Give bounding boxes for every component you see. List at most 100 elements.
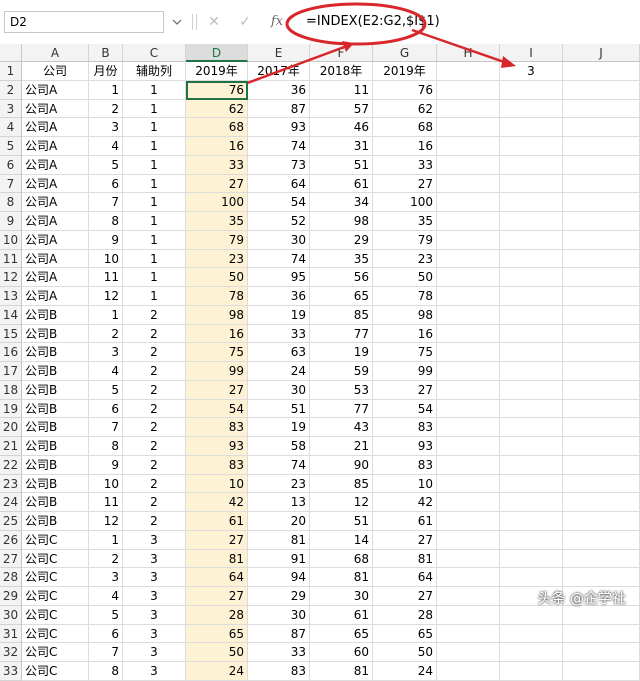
cell-i19[interactable] (500, 399, 563, 419)
row-header[interactable]: 17 (0, 362, 22, 381)
cell-h6[interactable] (437, 155, 500, 175)
row-header[interactable]: 14 (0, 305, 22, 325)
cell-b13[interactable]: 12 (89, 287, 123, 306)
column-header-b[interactable]: B (89, 44, 123, 62)
cell-c29[interactable]: 3 (123, 587, 186, 606)
cell-f21[interactable]: 21 (310, 437, 373, 456)
cell-d15[interactable]: 16 (186, 324, 248, 344)
cell-g4[interactable]: 68 (373, 118, 437, 137)
cell-d22[interactable]: 83 (186, 455, 248, 475)
cell-g9[interactable]: 35 (373, 212, 437, 231)
cell-f2[interactable]: 11 (310, 80, 373, 100)
name-box[interactable]: D2 (4, 11, 164, 33)
cell-b2[interactable]: 1 (89, 80, 123, 100)
cell-d5[interactable]: 16 (186, 137, 248, 156)
function-icon[interactable]: fx (268, 13, 286, 31)
cell-e20[interactable]: 19 (248, 418, 310, 437)
cell-g8[interactable]: 100 (373, 193, 437, 212)
cell-h11[interactable] (437, 249, 500, 269)
cell-g32[interactable]: 50 (373, 643, 437, 662)
cell-i3[interactable] (500, 99, 563, 119)
cell-g11[interactable]: 23 (373, 249, 437, 269)
cell-b31[interactable]: 6 (89, 624, 123, 644)
cell-h31[interactable] (437, 624, 500, 644)
column-header-f[interactable]: F (310, 44, 373, 62)
cell-i14[interactable] (500, 305, 563, 325)
cell-f6[interactable]: 51 (310, 155, 373, 175)
row-header[interactable]: 20 (0, 418, 22, 437)
cell-g14[interactable]: 98 (373, 305, 437, 325)
cell-j27[interactable] (563, 549, 640, 569)
cell-b24[interactable]: 11 (89, 493, 123, 512)
cell-j31[interactable] (563, 624, 640, 644)
cell-c12[interactable]: 1 (123, 268, 186, 287)
row-header[interactable]: 33 (0, 662, 22, 681)
cell-g18[interactable]: 27 (373, 380, 437, 400)
cell-h12[interactable] (437, 268, 500, 287)
cell-a29[interactable]: 公司C (22, 587, 89, 606)
cell-j21[interactable] (563, 437, 640, 456)
cell-i1[interactable]: 3 (500, 62, 563, 81)
cell-h18[interactable] (437, 380, 500, 400)
cell-f3[interactable]: 57 (310, 99, 373, 119)
column-header-h[interactable]: H (437, 44, 500, 62)
row-header[interactable]: 21 (0, 437, 22, 456)
cell-e25[interactable]: 20 (248, 512, 310, 531)
cell-e6[interactable]: 73 (248, 155, 310, 175)
cell-j23[interactable] (563, 474, 640, 494)
cell-e18[interactable]: 30 (248, 380, 310, 400)
cell-i13[interactable] (500, 287, 563, 306)
cell-d12[interactable]: 50 (186, 268, 248, 287)
cell-e11[interactable]: 74 (248, 249, 310, 269)
cell-f4[interactable]: 46 (310, 118, 373, 137)
cell-e2[interactable]: 36 (248, 80, 310, 100)
cell-d20[interactable]: 83 (186, 418, 248, 437)
cell-c33[interactable]: 3 (123, 662, 186, 681)
column-header-c[interactable]: C (123, 44, 186, 62)
cell-j9[interactable] (563, 212, 640, 231)
cell-f27[interactable]: 68 (310, 549, 373, 569)
cell-f19[interactable]: 77 (310, 399, 373, 419)
cell-d11[interactable]: 23 (186, 249, 248, 269)
cell-f31[interactable]: 65 (310, 624, 373, 644)
cell-g7[interactable]: 27 (373, 174, 437, 194)
cell-b25[interactable]: 12 (89, 512, 123, 531)
cell-g20[interactable]: 83 (373, 418, 437, 437)
cell-a5[interactable]: 公司A (22, 137, 89, 156)
row-header[interactable]: 11 (0, 249, 22, 269)
cell-i20[interactable] (500, 418, 563, 437)
cell-h7[interactable] (437, 174, 500, 194)
cell-h8[interactable] (437, 193, 500, 212)
row-header[interactable]: 8 (0, 193, 22, 212)
cell-b4[interactable]: 3 (89, 118, 123, 137)
row-header[interactable]: 15 (0, 324, 22, 344)
cell-b21[interactable]: 8 (89, 437, 123, 456)
cell-h26[interactable] (437, 530, 500, 550)
cell-f8[interactable]: 34 (310, 193, 373, 212)
cell-h3[interactable] (437, 99, 500, 119)
cell-a33[interactable]: 公司C (22, 662, 89, 681)
cell-e27[interactable]: 91 (248, 549, 310, 569)
cell-f13[interactable]: 65 (310, 287, 373, 306)
cell-b12[interactable]: 11 (89, 268, 123, 287)
cell-c25[interactable]: 2 (123, 512, 186, 531)
cell-e9[interactable]: 52 (248, 212, 310, 231)
cell-e19[interactable]: 51 (248, 399, 310, 419)
cell-b1[interactable]: 月份 (89, 62, 123, 81)
cell-f5[interactable]: 31 (310, 137, 373, 156)
cell-e22[interactable]: 74 (248, 455, 310, 475)
cell-j6[interactable] (563, 155, 640, 175)
cell-a24[interactable]: 公司B (22, 493, 89, 512)
cell-i33[interactable] (500, 662, 563, 681)
cell-a25[interactable]: 公司B (22, 512, 89, 531)
cell-a1[interactable]: 公司 (22, 62, 89, 81)
cell-e8[interactable]: 54 (248, 193, 310, 212)
cell-a17[interactable]: 公司B (22, 362, 89, 381)
cell-a22[interactable]: 公司B (22, 455, 89, 475)
cell-c26[interactable]: 3 (123, 530, 186, 550)
row-header[interactable]: 3 (0, 99, 22, 119)
cell-d10[interactable]: 79 (186, 230, 248, 250)
cell-h33[interactable] (437, 662, 500, 681)
cell-h24[interactable] (437, 493, 500, 512)
cell-e3[interactable]: 87 (248, 99, 310, 119)
